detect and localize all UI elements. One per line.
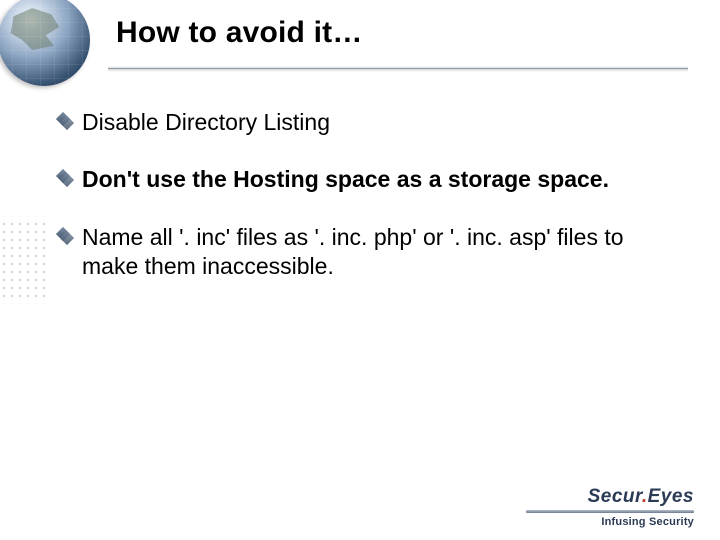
diamond-bullet-icon	[58, 229, 74, 245]
dots-decoration	[0, 220, 50, 300]
slide-title: How to avoid it…	[116, 16, 363, 50]
bullet-text: Disable Directory Listing	[82, 108, 680, 137]
bullet-item: Name all '. inc' files as '. inc. php' o…	[58, 223, 680, 282]
diamond-bullet-icon	[58, 114, 74, 130]
brand-divider	[526, 510, 694, 513]
brand-part-2: Eyes	[648, 486, 694, 507]
footer-logo: Secur.Eyes Infusing Security	[526, 486, 694, 528]
slide-header: How to avoid it…	[0, 0, 720, 82]
brand-name: Secur.Eyes	[526, 486, 694, 508]
diamond-bullet-icon	[58, 171, 74, 187]
slide: How to avoid it… Disable Directory Listi…	[0, 0, 720, 540]
brand-tagline: Infusing Security	[526, 516, 694, 528]
bullet-text: Don't use the Hosting space as a storage…	[82, 165, 680, 194]
header-divider	[108, 66, 688, 72]
bullet-text: Name all '. inc' files as '. inc. php' o…	[82, 223, 680, 282]
globe-icon	[0, 0, 102, 100]
bullet-item: Disable Directory Listing	[58, 108, 680, 137]
slide-body: Disable Directory Listing Don't use the …	[58, 108, 680, 310]
brand-part-1: Secur	[588, 486, 642, 507]
bullet-item: Don't use the Hosting space as a storage…	[58, 165, 680, 194]
